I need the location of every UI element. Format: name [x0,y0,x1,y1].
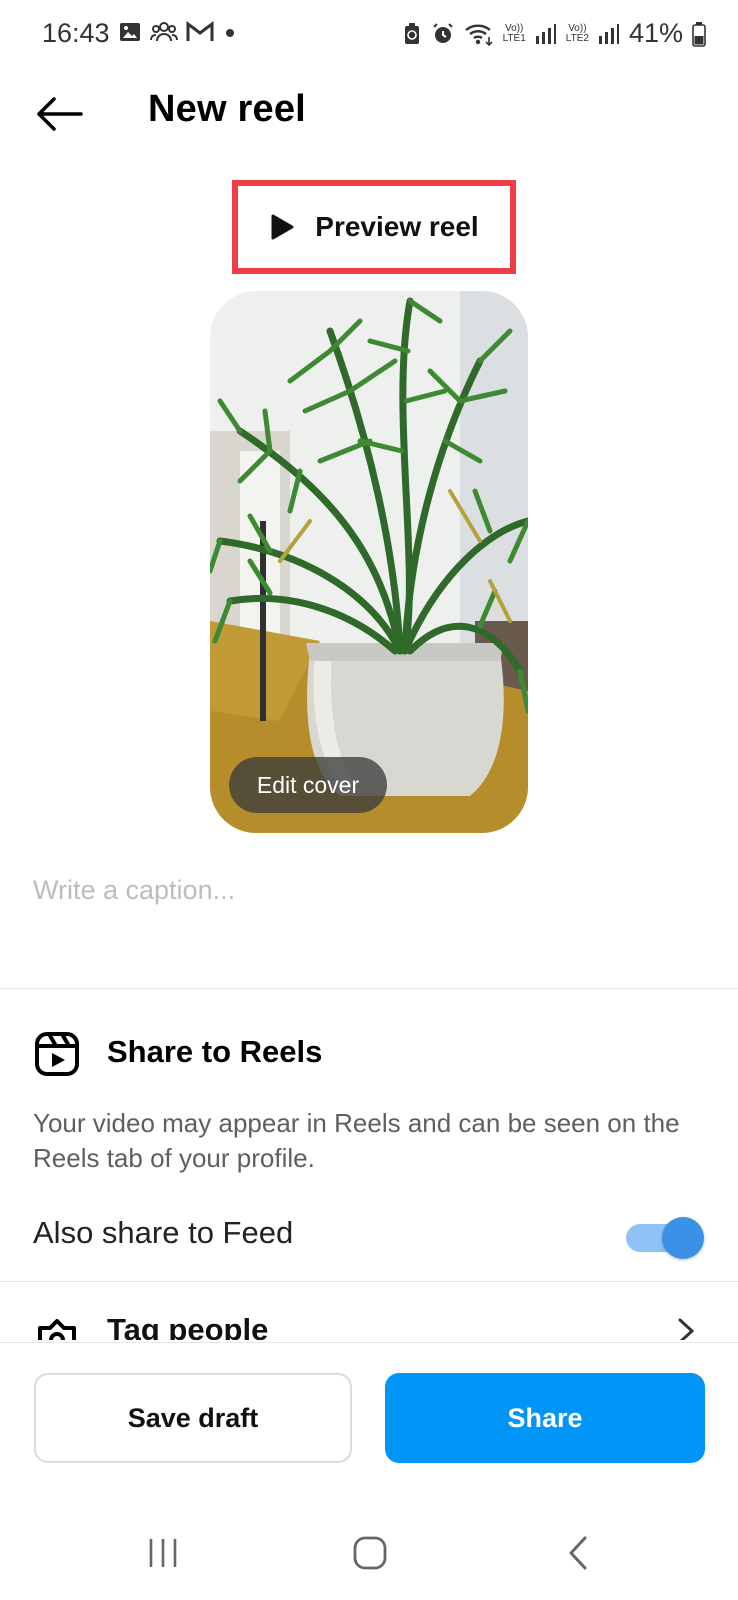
lte2-text: LTE2 [565,32,589,44]
signal-icon [598,23,619,44]
back-button[interactable] [24,84,94,144]
system-back-button[interactable] [548,1528,608,1578]
notification-icons [118,20,238,44]
reel-cover-image [210,291,528,833]
edit-cover-button[interactable]: Edit cover [229,757,387,813]
gallery-icon [120,23,140,41]
play-icon [271,214,294,240]
status-time: 16:43 [42,18,110,48]
gmail-icon [186,21,214,41]
home-icon [353,1536,387,1570]
lte1-text: LTE1 [502,32,526,44]
preview-reel-label: Preview reel [315,211,479,242]
system-status: Vo)) LTE1 Vo)) LTE2 41% [402,18,706,49]
recent-apps-button[interactable] [133,1528,193,1578]
preview-reel-button[interactable]: Preview reel [240,188,508,266]
also-share-feed-label: Also share to Feed [33,1215,294,1250]
share-button[interactable]: Share [385,1373,705,1463]
back-chevron-icon [569,1536,587,1570]
caption-input[interactable] [33,860,703,920]
group-icon [150,22,178,42]
lte1-label: Vo)) LTE1 [502,23,526,44]
chevron-right-icon [678,1318,695,1340]
home-button[interactable] [340,1528,400,1578]
share-to-feed-toggle[interactable] [624,1217,704,1259]
share-to-reels-description: Your video may appear in Reels and can b… [33,1108,680,1173]
toggle-knob [662,1217,704,1259]
battery-icon [692,21,706,47]
signal-icon [535,23,556,44]
divider [0,1342,738,1343]
dot-icon [226,29,234,37]
divider [0,1281,738,1282]
reels-icon [35,1032,79,1076]
wifi-icon [464,24,493,46]
tag-people-row[interactable]: Tag people [0,1290,738,1340]
plant-photo [210,291,528,833]
tag-people-icon [38,1319,76,1340]
lte2-label: Vo)) LTE2 [565,23,589,44]
share-to-reels-title: Share to Reels [107,1034,323,1069]
recent-apps-icon [149,1539,177,1567]
save-draft-button[interactable]: Save draft [34,1373,352,1463]
alarm-icon [432,22,453,43]
divider [0,988,738,989]
battery-saver-icon [404,22,419,44]
back-arrow-icon [37,97,83,131]
battery-percent: 41% [628,18,683,48]
tag-people-label: Tag people [107,1312,269,1340]
status-bar: 16:43 Vo)) LTE1 Vo)) LTE2 41% [0,0,738,72]
page-title: New reel [148,88,306,130]
